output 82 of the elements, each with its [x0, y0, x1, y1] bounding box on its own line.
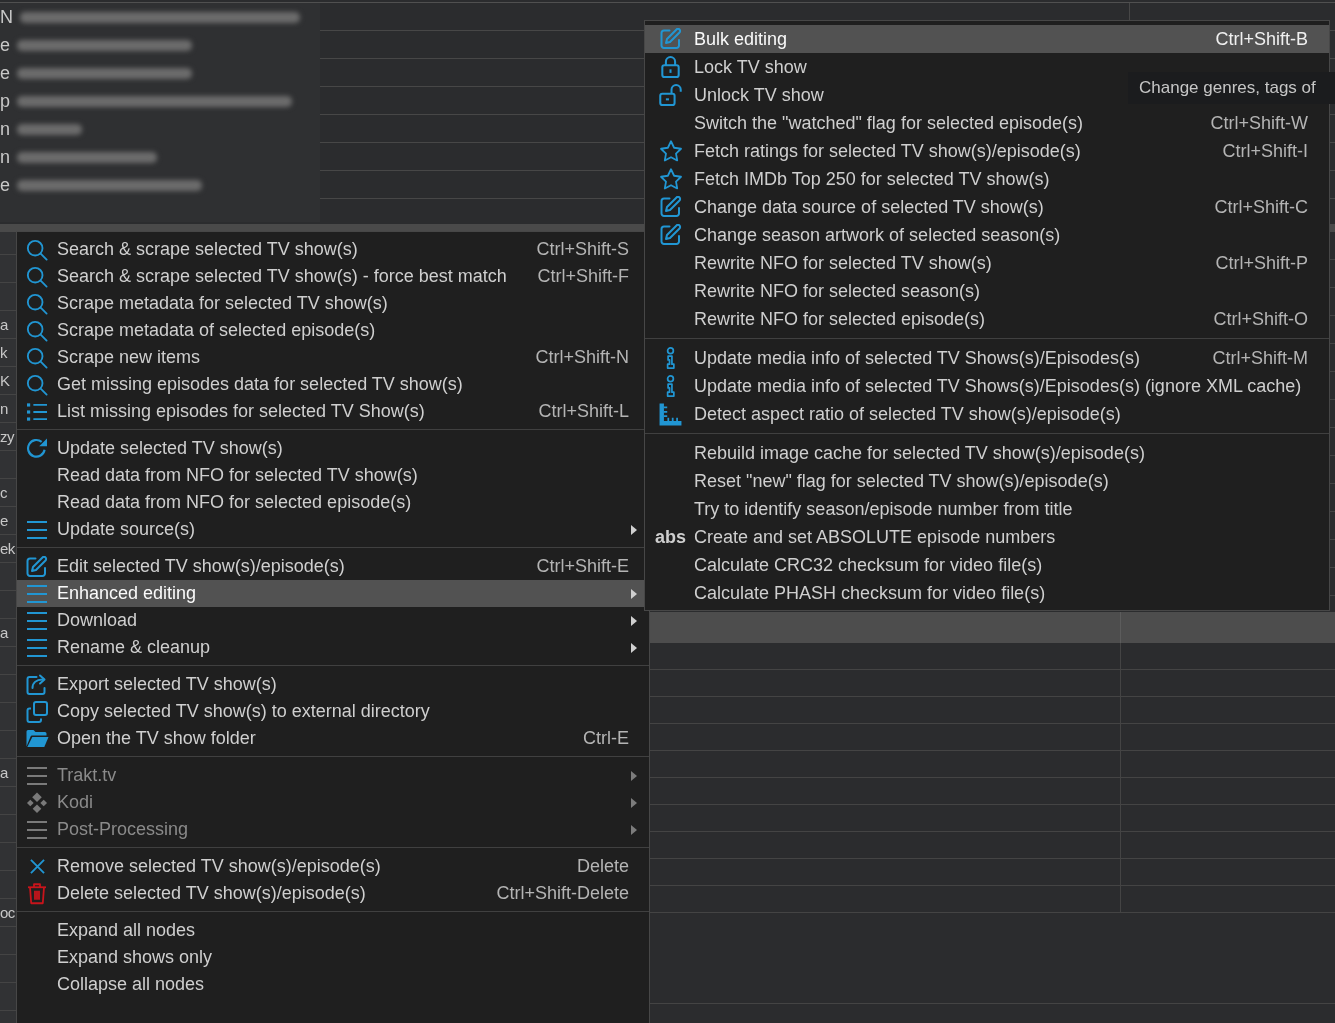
- search-icon: [26, 292, 48, 315]
- menu-item[interactable]: Switch the "watched" flag for selected episode(s) Ctrl+Shift-W: [645, 109, 1329, 137]
- truncated-text: c: [0, 483, 7, 502]
- truncated-text: n: [0, 399, 8, 418]
- shortcut-text: Delete: [576, 856, 629, 877]
- edit-icon: [659, 28, 682, 50]
- shortcut-text: Ctrl+Shift-M: [1212, 347, 1308, 369]
- menu-item[interactable]: Fetch IMDb Top 250 for selected TV show(s): [645, 165, 1329, 193]
- tooltip: Change genres, tags of: [1128, 72, 1335, 104]
- truncated-text: oc: [0, 903, 15, 922]
- abbreviation-label: abs: [655, 526, 686, 548]
- menu-item[interactable]: Remove selected TV show(s)/episode(s) Delete: [17, 853, 649, 880]
- checklist-icon: [26, 401, 48, 422]
- lock-icon: [661, 56, 680, 78]
- truncated-text: K: [0, 371, 10, 390]
- shortcut-text: Ctrl-E: [583, 728, 629, 749]
- shortcut-text: Ctrl+Shift-E: [536, 556, 629, 577]
- shortcut-text: Ctrl+Shift-N: [535, 347, 629, 368]
- export-icon: [26, 673, 48, 696]
- truncated-text: a: [0, 623, 8, 642]
- search-icon: [26, 346, 48, 369]
- menu-item[interactable]: Change data source of selected TV show(s) Ctrl+Shift-C: [645, 193, 1329, 221]
- shortcut-text: Ctrl+Shift-C: [1214, 196, 1308, 218]
- menu-item[interactable]: Download: [17, 607, 649, 634]
- menu-icon: [27, 638, 47, 657]
- shortcut-text: Ctrl+Shift-F: [537, 266, 629, 287]
- menu-item[interactable]: Rename & cleanup: [17, 634, 649, 661]
- edit-icon: [26, 555, 48, 578]
- menu-icon: [27, 584, 47, 603]
- truncated-text: e: [0, 511, 8, 530]
- diamonds-icon: [26, 791, 48, 814]
- truncated-text: p: [0, 90, 10, 112]
- menu-icon: [27, 520, 47, 539]
- menu-item[interactable]: Expand all nodes: [17, 917, 649, 944]
- truncated-text: n: [0, 118, 10, 140]
- star-icon: [659, 140, 682, 162]
- truncated-text: e: [0, 62, 10, 84]
- truncated-text: a: [0, 763, 8, 782]
- shortcut-text: Ctrl+Shift-P: [1215, 252, 1308, 274]
- shortcut-text: Ctrl+Shift-W: [1210, 112, 1308, 134]
- folder-icon: [25, 729, 49, 748]
- truncated-text: k: [0, 343, 7, 362]
- truncated-text: n: [0, 146, 10, 168]
- search-icon: [26, 319, 48, 342]
- info-icon: [665, 347, 676, 369]
- truncated-text: e: [0, 34, 10, 56]
- truncated-text: N: [0, 6, 13, 28]
- shortcut-text: Ctrl+Shift-Delete: [496, 883, 629, 904]
- menu-icon: [27, 766, 47, 785]
- menu-icon: [27, 820, 47, 839]
- truncated-text: zy: [0, 427, 14, 446]
- refresh-icon: [26, 438, 48, 459]
- search-icon: [26, 265, 48, 288]
- shortcut-text: Ctrl+Shift-S: [536, 239, 629, 260]
- menu-item[interactable]: Fetch ratings for selected TV show(s)/episode(s) Ctrl+Shift-I: [645, 137, 1329, 165]
- shortcut-text: Ctrl+Shift-I: [1222, 140, 1308, 162]
- blurred-text: [17, 123, 82, 135]
- trash-icon: [27, 882, 47, 905]
- unlock-icon: [658, 84, 683, 106]
- menu-item[interactable]: Export selected TV show(s): [17, 671, 649, 698]
- edit-icon: [659, 196, 682, 218]
- truncated-text: a: [0, 315, 8, 334]
- menu-item[interactable]: Bulk editing Ctrl+Shift-B: [645, 25, 1329, 53]
- cross-icon: [29, 859, 45, 874]
- search-icon: [26, 238, 48, 261]
- info-icon: [665, 375, 676, 397]
- truncated-text: e: [0, 174, 10, 196]
- menu-item[interactable]: Open the TV show folder Ctrl-E: [17, 725, 649, 752]
- menu-item[interactable]: Delete selected TV show(s)/episode(s) Ctrl+Shift-Delete: [17, 880, 649, 907]
- star-icon: [659, 168, 682, 190]
- shortcut-text: Ctrl+Shift-O: [1213, 308, 1308, 330]
- ruler-icon: [659, 402, 682, 426]
- menu-item[interactable]: Expand shows only: [17, 944, 649, 971]
- shortcut-text: Ctrl+Shift-L: [538, 401, 629, 422]
- menu-item[interactable]: Collapse all nodes: [17, 971, 649, 998]
- copy-icon: [26, 700, 48, 723]
- shortcut-text: Ctrl+Shift-B: [1215, 28, 1308, 50]
- truncated-text: ek: [0, 539, 15, 558]
- search-icon: [26, 373, 48, 396]
- menu-item[interactable]: Copy selected TV show(s) to external directory: [17, 698, 649, 725]
- menu-icon: [27, 611, 47, 630]
- edit-icon: [659, 224, 682, 246]
